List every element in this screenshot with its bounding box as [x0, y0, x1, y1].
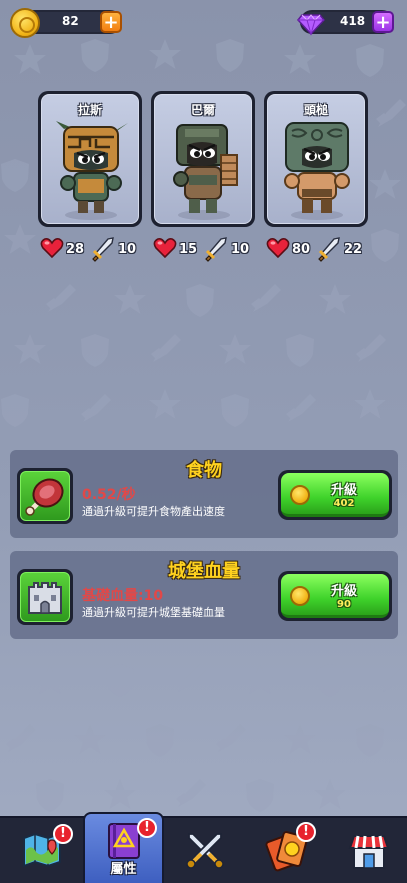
nav-tab-cards[interactable]: ! — [244, 818, 325, 883]
hero-hp: 15 — [179, 242, 198, 257]
sword-icon — [205, 237, 227, 262]
heart-icon — [40, 238, 64, 259]
upgrade-cost: 402 — [333, 498, 355, 509]
upgrade-label: 升級 — [330, 483, 357, 498]
hero-attack: 22 — [344, 242, 363, 257]
castle-icon-frame — [17, 569, 73, 625]
nav-tab-label: 屬性 — [110, 862, 137, 877]
gem-amount: 418 — [340, 14, 366, 28]
hero-name: 拉斯 — [77, 103, 102, 117]
castle-description: 通過升級可提升城堡基礎血量 — [82, 606, 225, 619]
castle-base-hp: 基礎血量:10 — [82, 588, 164, 604]
upgrade-cost: 90 — [337, 599, 351, 610]
shop-icon — [348, 835, 390, 869]
food-description: 通過升級可提升食物產出速度 — [82, 505, 225, 518]
heart-icon — [153, 238, 177, 259]
upgrade-label: 升級 — [330, 584, 357, 599]
hero-card-1[interactable]: 拉斯 — [38, 91, 142, 227]
nav-tab-battle[interactable] — [163, 818, 244, 883]
food-rate: 0.52/秒 — [82, 487, 136, 503]
heart-icon — [266, 238, 290, 259]
nav-tab-attributes[interactable]: 屬性 ! — [83, 812, 164, 883]
hero-card-2[interactable]: 巴爾 — [151, 91, 255, 227]
gem-icon — [297, 14, 325, 36]
hero-attack: 10 — [118, 242, 137, 257]
hero-portrait-icon — [56, 121, 128, 220]
hero-portrait-icon — [173, 124, 238, 220]
buy-coins-button[interactable]: + — [100, 11, 122, 33]
hero-card-3[interactable]: 頭槌 — [264, 91, 368, 227]
castle-upgrade-panel: 城堡血量 基礎血量:10 通過升級可提升城堡基礎血量 升級 90 — [10, 551, 398, 639]
castle-upgrade-button[interactable]: 升級 90 — [278, 571, 392, 621]
sword-icon — [318, 237, 340, 262]
hero-hp: 28 — [66, 242, 85, 257]
notification-badge: ! — [137, 818, 157, 838]
hero-attack: 10 — [231, 242, 250, 257]
buy-gems-button[interactable]: + — [372, 11, 394, 33]
sword-icon — [92, 237, 114, 262]
food-icon-frame — [17, 468, 73, 524]
notification-badge: ! — [296, 822, 316, 842]
hero-portrait-icon — [284, 122, 350, 220]
nav-tab-map[interactable]: ! — [0, 818, 81, 883]
coin-icon — [10, 8, 40, 38]
nav-tab-shop[interactable] — [326, 818, 407, 883]
crossed-swords-icon — [186, 833, 224, 869]
food-upgrade-button[interactable]: 升級 402 — [278, 470, 392, 520]
hero-name: 頭槌 — [303, 103, 328, 117]
castle-icon — [28, 582, 62, 614]
meat-icon — [25, 478, 64, 516]
coin-counter: 82 + — [10, 8, 122, 38]
gem-counter: 418 + — [297, 10, 394, 36]
hero-name: 巴爾 — [190, 103, 215, 117]
bottom-nav: ! 屬性 ! ! — [0, 812, 407, 883]
coin-amount: 82 — [62, 14, 79, 28]
notification-badge: ! — [53, 824, 73, 844]
food-upgrade-panel: 食物 0.52/秒 通過升級可提升食物產出速度 升級 402 — [10, 450, 398, 538]
hero-hp: 80 — [292, 242, 311, 257]
